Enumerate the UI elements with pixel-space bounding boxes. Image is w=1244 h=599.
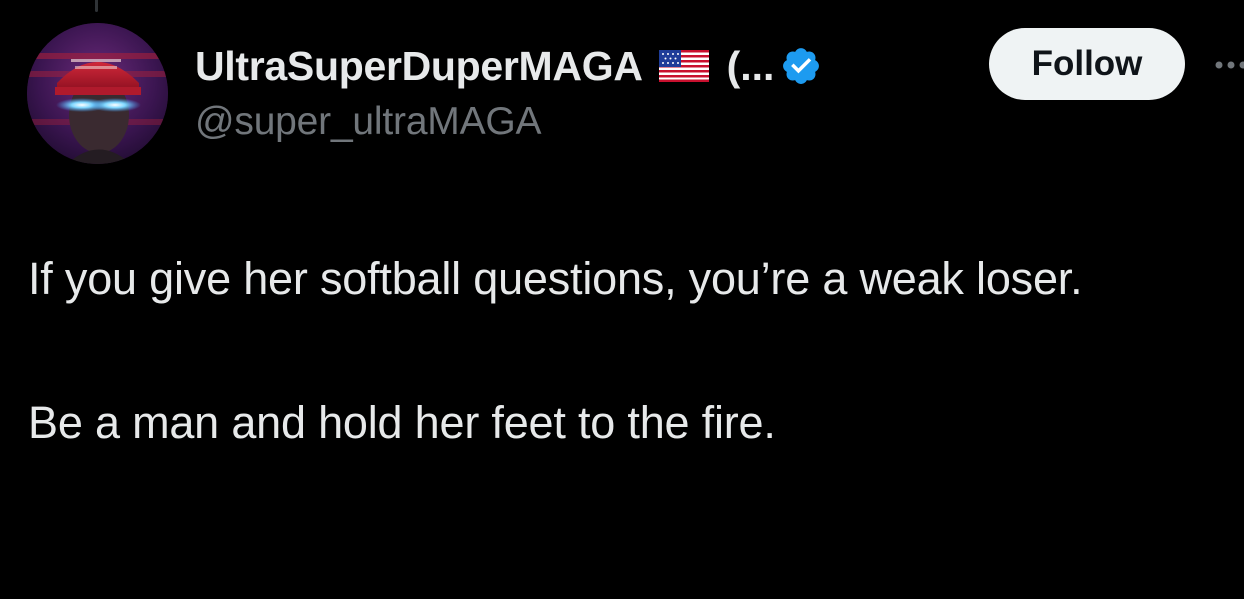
tweet-text: If you give her softball questions, you’… [28, 243, 1218, 459]
tweet-paragraph: If you give her softball questions, you’… [28, 253, 1083, 304]
follow-button[interactable]: Follow [989, 28, 1185, 100]
display-name[interactable]: UltraSuperDuperMAGA [195, 43, 643, 90]
us-flag-icon [658, 50, 709, 82]
thread-connector-line [95, 0, 98, 12]
more-options-icon[interactable] [1212, 58, 1244, 72]
user-handle[interactable]: @super_ultraMAGA [195, 100, 542, 144]
avatar[interactable] [27, 23, 168, 164]
verified-badge-icon [780, 45, 822, 87]
tweet-paragraph: Be a man and hold her feet to the fire. [28, 397, 776, 448]
avatar-image [27, 23, 168, 164]
author-name-row[interactable]: UltraSuperDuperMAGA (... [195, 40, 822, 92]
name-overflow-text: (... [726, 42, 775, 89]
